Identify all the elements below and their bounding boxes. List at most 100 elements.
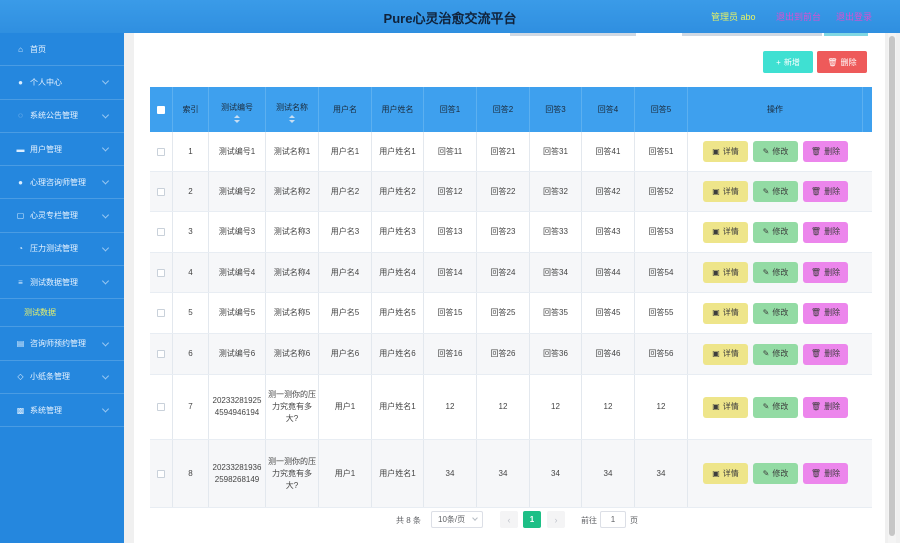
cell-text: 用户姓名1 bbox=[379, 146, 416, 156]
delete-button[interactable]: 🗑 删除 bbox=[803, 343, 848, 365]
edit-button[interactable]: ✎ 修改 bbox=[753, 181, 798, 202]
detail-button[interactable]: ▣ 详情 bbox=[703, 302, 748, 324]
table-cell: 回答23 bbox=[477, 212, 530, 252]
column-header-label: 回答3 bbox=[545, 104, 566, 114]
cell-text: 用户姓名1 bbox=[379, 402, 416, 411]
row-checkbox[interactable] bbox=[157, 147, 165, 156]
exit-to-front-link[interactable]: 退出到前台 bbox=[776, 10, 821, 23]
sidebar-item[interactable]: ⌂ 首页 bbox=[0, 33, 124, 67]
table-cell: 回答22 bbox=[477, 172, 530, 211]
row-checkbox[interactable] bbox=[157, 187, 165, 196]
column-header[interactable]: 测试名称 bbox=[266, 87, 319, 132]
sidebar-item[interactable]: ▩ 系统管理 bbox=[0, 394, 124, 428]
prev-page-button[interactable]: ‹ bbox=[500, 511, 518, 528]
delete-button[interactable]: 🗑 删除 bbox=[803, 302, 848, 324]
table-cell: 回答24 bbox=[477, 253, 530, 292]
file-icon: ▣ bbox=[712, 227, 720, 236]
table-cell: 回答56 bbox=[635, 334, 688, 374]
sidebar-item[interactable]: ● 个人中心 bbox=[0, 66, 124, 100]
edit-button[interactable]: ✎ 修改 bbox=[753, 343, 798, 365]
chevron-down-icon bbox=[101, 177, 110, 185]
detail-button[interactable]: ▣ 详情 bbox=[703, 221, 748, 243]
cell-text: 测试名称1 bbox=[273, 146, 311, 156]
row-checkbox[interactable] bbox=[157, 309, 165, 317]
chevron-down-icon bbox=[101, 277, 110, 285]
cell-text: 测试编号4 bbox=[218, 267, 256, 277]
detail-label: 详情 bbox=[722, 349, 739, 358]
sidebar-item[interactable]: ● 心理咨询师管理 bbox=[0, 166, 124, 200]
cell-text: 34 bbox=[445, 468, 455, 478]
delete-button[interactable]: 🗑 删除 bbox=[803, 463, 848, 484]
cell-text: 回答53 bbox=[648, 227, 674, 236]
detail-button[interactable]: ▣ 详情 bbox=[703, 141, 748, 162]
page-size-select[interactable]: 10条/页 bbox=[431, 511, 483, 528]
cell-text: 回答34 bbox=[543, 267, 568, 277]
table-cell: 回答13 bbox=[424, 212, 477, 252]
table-cell: 测试名称1 bbox=[266, 132, 319, 171]
delete-button[interactable]: 🗑 删除 bbox=[803, 141, 848, 162]
sidebar-subitem-test-data[interactable]: 测试数据 bbox=[0, 299, 124, 328]
sidebar-item[interactable]: ▬ 用户管理 bbox=[0, 133, 124, 167]
edit-label: 修改 bbox=[772, 468, 789, 478]
sidebar-item[interactable]: ▢ 心灵专栏管理 bbox=[0, 199, 124, 233]
delete-button[interactable]: 🗑 删除 bbox=[803, 262, 848, 283]
cell-text: 用户名1 bbox=[330, 146, 360, 156]
edit-button[interactable]: ✎ 修改 bbox=[753, 221, 798, 243]
sidebar-item[interactable]: ◇ 小纸条管理 bbox=[0, 361, 124, 394]
detail-button[interactable]: ▣ 详情 bbox=[703, 463, 748, 484]
sidebar-item[interactable]: ≡ 测试数据管理 bbox=[0, 266, 124, 300]
delete-button[interactable]: 🗑 删除 bbox=[803, 181, 848, 202]
column-header-label: 索引 bbox=[182, 104, 199, 114]
cell-text: 用户姓名3 bbox=[379, 227, 416, 236]
edit-button[interactable]: ✎ 修改 bbox=[753, 302, 798, 324]
table-row: 2 测试编号2 测试名称2 用户名2 用户姓名2 回答12 回答22 回答32 回答42 回答52… bbox=[150, 172, 872, 212]
cell-text: 6 bbox=[188, 349, 193, 358]
table-cell: 12 bbox=[530, 375, 582, 439]
row-checkbox[interactable] bbox=[157, 228, 165, 236]
column-header-label: 测试编号 bbox=[221, 103, 253, 112]
cell-text: 测试编号5 bbox=[218, 308, 256, 317]
table-cell: 测一测你的压力究竟有多大? bbox=[266, 440, 319, 507]
detail-button[interactable]: ▣ 详情 bbox=[703, 262, 748, 283]
detail-button[interactable]: ▣ 详情 bbox=[703, 343, 748, 365]
row-checkbox[interactable] bbox=[157, 469, 165, 478]
current-page-button[interactable]: 1 bbox=[523, 511, 541, 528]
chevron-down-icon bbox=[101, 211, 110, 219]
add-button[interactable]: + 新增 bbox=[763, 51, 813, 73]
table-cell: 用户名3 bbox=[319, 212, 372, 252]
edit-button[interactable]: ✎ 修改 bbox=[753, 396, 798, 418]
vertical-scrollbar[interactable] bbox=[888, 33, 896, 543]
cell-text: 用户名4 bbox=[330, 267, 360, 277]
edit-button[interactable]: ✎ 修改 bbox=[753, 463, 798, 484]
sidebar-item[interactable]: ◌ 系统公告管理 bbox=[0, 100, 124, 133]
edit-label: 修改 bbox=[772, 349, 789, 358]
next-page-button[interactable]: › bbox=[547, 511, 565, 528]
sidebar-item[interactable]: ▤ 咨询师预约管理 bbox=[0, 327, 124, 361]
row-checkbox[interactable] bbox=[157, 403, 165, 411]
ops-cell: ▣ 详情 ✎ 修改 🗑 删除 bbox=[688, 212, 863, 252]
delete-button[interactable]: 🗑 删除 bbox=[803, 396, 848, 418]
cell-text: 8 bbox=[188, 468, 193, 478]
column-header-label: 回答4 bbox=[597, 104, 619, 114]
edit-button[interactable]: ✎ 修改 bbox=[753, 262, 798, 283]
cell-text: 回答15 bbox=[437, 308, 463, 317]
batch-delete-button[interactable]: 🗑 删除 bbox=[817, 51, 867, 73]
goto-page-input[interactable]: 1 bbox=[600, 511, 626, 528]
select-all-checkbox[interactable] bbox=[157, 105, 165, 114]
detail-button[interactable]: ▣ 详情 bbox=[703, 181, 748, 202]
detail-label: 详情 bbox=[722, 186, 739, 196]
logout-link[interactable]: 退出登录 bbox=[836, 10, 872, 23]
table-cell: 测试名称6 bbox=[266, 334, 319, 374]
table-cell: 用户姓名4 bbox=[372, 253, 424, 292]
column-header[interactable]: 测试编号 bbox=[209, 87, 266, 132]
row-checkbox[interactable] bbox=[157, 268, 165, 277]
detail-button[interactable]: ▣ 详情 bbox=[703, 396, 748, 418]
row-checkbox[interactable] bbox=[157, 350, 165, 358]
sidebar-item[interactable]: ◔ 压力测试管理 bbox=[0, 233, 124, 267]
scrollbar-thumb[interactable] bbox=[889, 36, 895, 536]
table-cell: 用户姓名2 bbox=[372, 172, 424, 211]
delete-button[interactable]: 🗑 删除 bbox=[803, 221, 848, 243]
table-cell: 回答31 bbox=[530, 132, 582, 171]
table-cell: 测试编号3 bbox=[209, 212, 266, 252]
edit-button[interactable]: ✎ 修改 bbox=[753, 141, 798, 162]
